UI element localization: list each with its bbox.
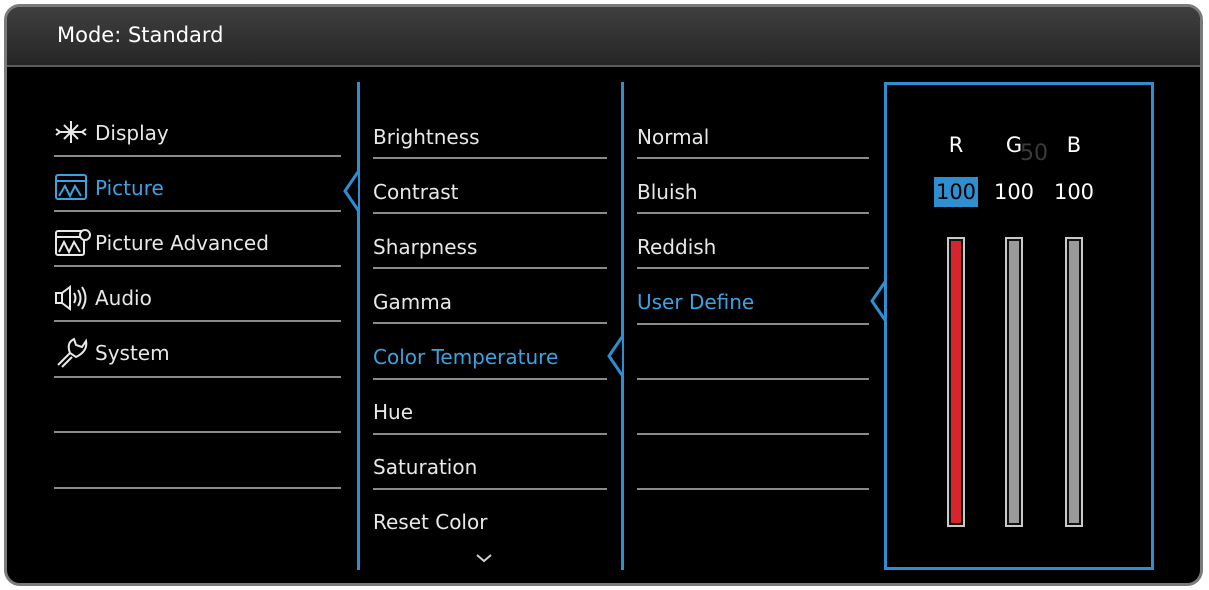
picture-item-contrast[interactable]: Contrast (373, 180, 458, 204)
ct-item-normal[interactable]: Normal (637, 125, 709, 149)
channel-label-r: R (948, 133, 964, 157)
channel-fill-r (951, 241, 961, 523)
main-item-audio[interactable]: Audio (95, 286, 152, 310)
picture-item-saturation[interactable]: Saturation (373, 455, 477, 479)
channel-value-g[interactable]: 100 (992, 177, 1036, 207)
main-item-display[interactable]: Display (95, 121, 169, 145)
channel-fill-g (1009, 241, 1019, 523)
mode-title: Mode: Standard (57, 23, 224, 47)
column-divider (357, 82, 360, 570)
main-item-system[interactable]: System (95, 341, 170, 365)
channel-label-g: G (1005, 133, 1023, 157)
divider (373, 267, 607, 269)
main-item-picture[interactable]: Picture (95, 176, 164, 200)
selection-pointer-icon (606, 335, 624, 381)
divider (373, 212, 607, 214)
channel-slider-r[interactable] (947, 237, 965, 527)
divider (54, 431, 341, 433)
divider (637, 378, 869, 380)
divider (637, 212, 869, 214)
divider (637, 433, 869, 435)
audio-icon (54, 285, 90, 315)
picture-item-brightness[interactable]: Brightness (373, 125, 480, 149)
main-item-picture-advanced[interactable]: Picture Advanced (95, 231, 269, 255)
divider (637, 157, 869, 159)
ct-item-user-define[interactable]: User Define (637, 290, 754, 314)
picture-item-hue[interactable]: Hue (373, 400, 413, 424)
divider (54, 265, 341, 267)
channel-value-r[interactable]: 100 (934, 177, 978, 207)
channel-label-b: B (1066, 133, 1082, 157)
divider (373, 322, 607, 324)
system-icon (54, 335, 88, 373)
title-bar: Mode: Standard (7, 7, 1200, 67)
display-icon (54, 119, 88, 149)
user-define-panel: 50 R G B 100 100 100 (884, 82, 1154, 570)
ct-item-reddish[interactable]: Reddish (637, 235, 716, 259)
channel-slider-b[interactable] (1065, 237, 1083, 527)
column-divider (621, 82, 624, 570)
ct-item-bluish[interactable]: Bluish (637, 180, 698, 204)
divider (54, 376, 341, 378)
divider (54, 320, 341, 322)
divider (54, 210, 341, 212)
selection-pointer-icon (342, 170, 360, 216)
chevron-down-icon[interactable] (475, 548, 493, 567)
channel-slider-g[interactable] (1005, 237, 1023, 527)
picture-item-gamma[interactable]: Gamma (373, 290, 452, 314)
channel-fill-b (1069, 241, 1079, 523)
picture-icon (54, 173, 88, 205)
divider (373, 488, 607, 490)
divider (373, 433, 607, 435)
picture-item-color-temperature[interactable]: Color Temperature (373, 345, 558, 369)
picture-item-sharpness[interactable]: Sharpness (373, 235, 477, 259)
channel-value-b[interactable]: 100 (1052, 177, 1096, 207)
divider (637, 488, 869, 490)
divider (54, 155, 341, 157)
picture-item-reset-color[interactable]: Reset Color (373, 510, 487, 534)
divider (373, 157, 607, 159)
divider (637, 267, 869, 269)
divider (637, 323, 869, 325)
divider (54, 487, 341, 489)
osd-window: Mode: Standard Display Picture Picture A… (4, 4, 1203, 586)
picture-advanced-icon (54, 227, 92, 261)
divider (373, 378, 607, 380)
